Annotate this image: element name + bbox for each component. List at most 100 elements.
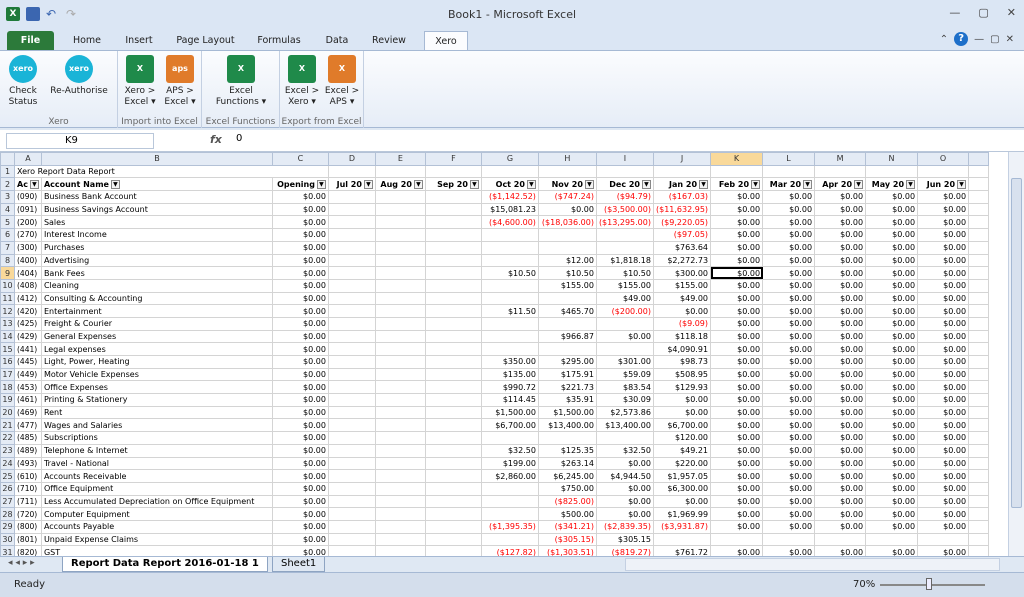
column-header[interactable]: G [480, 152, 539, 166]
value-cell[interactable] [595, 240, 654, 255]
value-cell[interactable] [424, 545, 482, 556]
filter-dropdown-icon[interactable]: ▼ [316, 179, 326, 189]
account-code-cell[interactable]: (270) [14, 228, 42, 242]
value-cell[interactable] [374, 202, 426, 217]
value-cell[interactable]: $0.00 [710, 507, 764, 521]
value-cell[interactable] [327, 202, 376, 217]
value-cell[interactable]: $6,700.00 [480, 418, 539, 433]
value-cell[interactable]: $0.00 [710, 355, 764, 369]
value-cell[interactable]: ($11,632.95) [652, 202, 712, 217]
column-header[interactable]: F [424, 152, 482, 166]
value-cell[interactable]: $59.09 [595, 367, 654, 382]
column-header[interactable]: J [652, 152, 712, 166]
value-cell[interactable]: $0.00 [595, 507, 654, 521]
cell[interactable] [968, 240, 990, 255]
value-cell[interactable]: $0.00 [814, 304, 867, 318]
value-cell[interactable]: $10.50 [537, 266, 597, 280]
value-cell[interactable]: $4,944.50 [595, 469, 654, 483]
filter-dropdown-icon[interactable]: ▼ [29, 179, 39, 189]
value-cell[interactable]: $0.00 [814, 494, 867, 509]
cell[interactable] [865, 164, 919, 179]
value-cell[interactable] [865, 532, 919, 547]
value-cell[interactable]: $0.00 [271, 545, 329, 556]
account-code-cell[interactable]: (091) [14, 202, 42, 217]
account-name-cell[interactable]: Business Savings Account [40, 202, 273, 217]
value-cell[interactable]: $98.73 [652, 355, 712, 369]
column-header[interactable]: M [814, 152, 867, 166]
value-cell[interactable]: $0.00 [762, 355, 816, 369]
cell[interactable] [968, 342, 990, 356]
row-header[interactable]: 12 [0, 304, 15, 318]
value-cell[interactable] [374, 190, 426, 204]
value-cell[interactable] [374, 342, 426, 356]
cell[interactable] [480, 164, 539, 179]
value-cell[interactable]: $0.00 [710, 380, 764, 395]
value-cell[interactable]: ($747.24) [537, 190, 597, 204]
cell[interactable] [968, 393, 990, 407]
value-cell[interactable] [374, 519, 426, 534]
value-cell[interactable]: $6,300.00 [652, 481, 712, 496]
column-heading-cell[interactable]: Opening ▼ [271, 177, 329, 192]
value-cell[interactable]: $0.00 [762, 367, 816, 382]
excel-functions-button[interactable]: X Excel Functions ▾ [210, 55, 272, 108]
value-cell[interactable]: $301.00 [595, 355, 654, 369]
row-header[interactable]: 5 [0, 215, 15, 230]
value-cell[interactable]: $508.95 [652, 367, 712, 382]
tab-data[interactable]: Data [314, 31, 360, 50]
value-cell[interactable]: $0.00 [814, 215, 867, 230]
cell[interactable] [814, 164, 867, 179]
value-cell[interactable]: ($97.05) [652, 228, 712, 242]
cell[interactable] [968, 291, 990, 306]
value-cell[interactable]: $0.00 [814, 316, 867, 331]
value-cell[interactable]: $0.00 [652, 494, 712, 509]
value-cell[interactable] [327, 329, 376, 344]
value-cell[interactable]: $0.00 [865, 342, 919, 356]
cell[interactable] [968, 494, 990, 509]
value-cell[interactable]: $0.00 [271, 431, 329, 445]
value-cell[interactable]: $0.00 [652, 405, 712, 420]
value-cell[interactable]: $0.00 [814, 266, 867, 280]
value-cell[interactable]: $295.00 [537, 355, 597, 369]
value-cell[interactable] [424, 431, 482, 445]
value-cell[interactable]: $0.00 [762, 316, 816, 331]
filter-dropdown-icon[interactable]: ▼ [751, 179, 761, 189]
value-cell[interactable]: $0.00 [762, 481, 816, 496]
value-cell[interactable] [327, 240, 376, 255]
value-cell[interactable]: $0.00 [595, 456, 654, 471]
value-cell[interactable]: $0.00 [814, 291, 867, 306]
value-cell[interactable] [327, 494, 376, 509]
value-cell[interactable] [327, 545, 376, 556]
cell[interactable] [968, 456, 990, 471]
value-cell[interactable] [374, 304, 426, 318]
zoom-slider-knob[interactable] [926, 578, 932, 590]
value-cell[interactable] [327, 278, 376, 293]
column-header[interactable]: A [14, 152, 42, 166]
filter-dropdown-icon[interactable]: ▼ [641, 179, 651, 189]
value-cell[interactable]: $83.54 [595, 380, 654, 395]
value-cell[interactable]: $1,500.00 [480, 405, 539, 420]
cell[interactable] [710, 164, 764, 179]
value-cell[interactable] [374, 469, 426, 483]
value-cell[interactable] [374, 291, 426, 306]
value-cell[interactable]: $0.00 [814, 393, 867, 407]
value-cell[interactable]: $1,500.00 [537, 405, 597, 420]
value-cell[interactable]: $118.18 [652, 329, 712, 344]
account-code-cell[interactable]: (429) [14, 329, 42, 344]
value-cell[interactable] [327, 253, 376, 268]
value-cell[interactable]: $0.00 [814, 278, 867, 293]
column-heading-cell[interactable]: Jun 20 ▼ [917, 177, 970, 192]
value-cell[interactable]: $0.00 [710, 431, 764, 445]
value-cell[interactable]: $0.00 [762, 190, 816, 204]
value-cell[interactable] [327, 342, 376, 356]
value-cell[interactable] [424, 481, 482, 496]
value-cell[interactable]: $0.00 [710, 329, 764, 344]
re-authorise-button[interactable]: xero Re-Authorise [48, 55, 110, 97]
cell[interactable] [968, 253, 990, 268]
sheet-tab-report[interactable]: Report Data Report 2016-01-18 1 [62, 557, 268, 572]
row-header[interactable]: 16 [0, 355, 15, 369]
account-code-cell[interactable]: (485) [14, 431, 42, 445]
value-cell[interactable]: $0.00 [762, 519, 816, 534]
row-header[interactable]: 1 [0, 164, 15, 179]
account-name-cell[interactable]: Interest Income [40, 228, 273, 242]
value-cell[interactable] [710, 532, 764, 547]
